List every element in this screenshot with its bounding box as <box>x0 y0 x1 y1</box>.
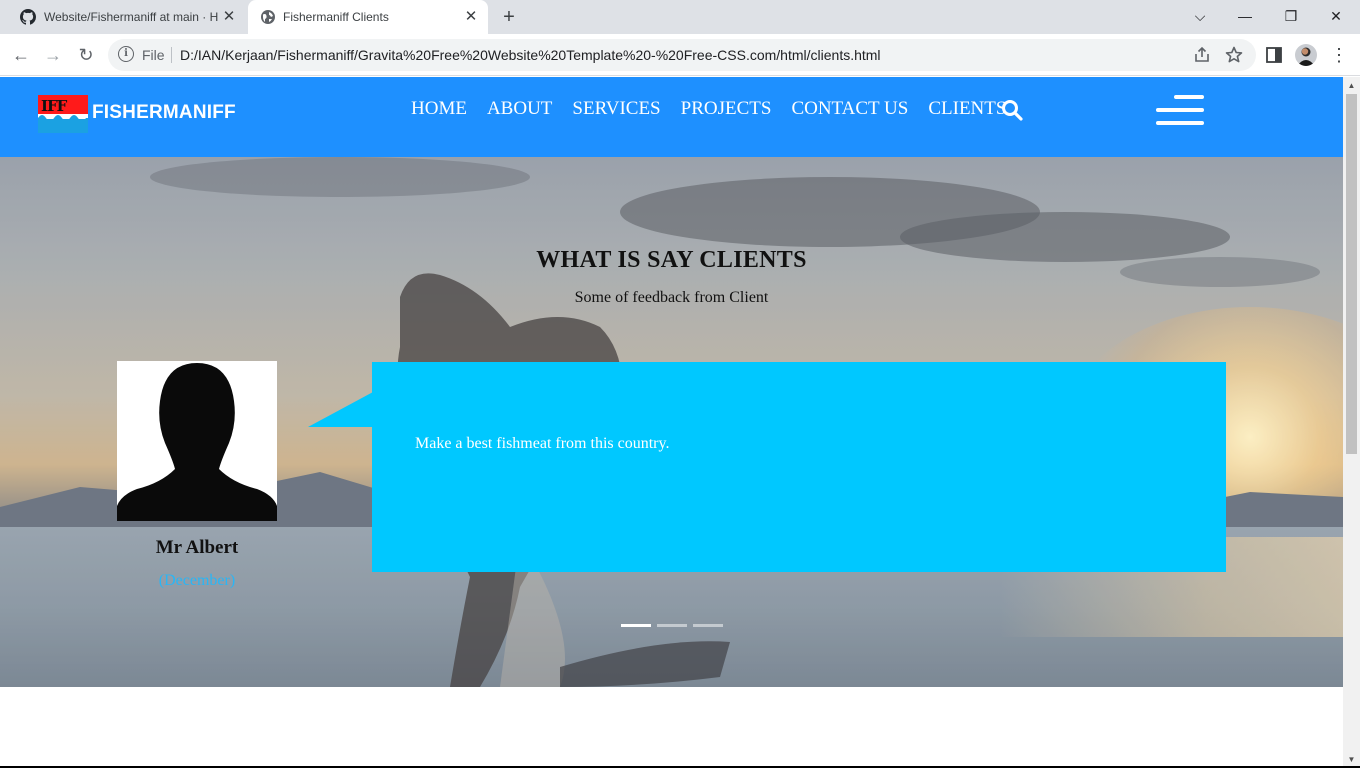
nav-home[interactable]: HOME <box>411 98 467 120</box>
tab-title: Website/Fishermaniff at main · H <box>44 10 219 24</box>
nav-services[interactable]: SERVICES <box>572 98 660 120</box>
reload-button[interactable]: ↻ <box>73 42 99 68</box>
scroll-down-arrow-icon[interactable]: ▼ <box>1347 755 1356 764</box>
forward-button[interactable]: → <box>40 42 66 68</box>
nav-contact-us[interactable]: CONTACT US <box>791 98 908 120</box>
nav-about[interactable]: ABOUT <box>487 98 552 120</box>
tab-search-icon[interactable]: ⌵ <box>1186 4 1214 28</box>
new-tab-button[interactable]: + <box>498 6 520 28</box>
scheme-label: File <box>142 47 165 63</box>
page-viewport: IFF FISHERMANIFF HOME ABOUT SERVICES PRO… <box>0 77 1343 768</box>
scrollbar-thumb[interactable] <box>1346 94 1357 454</box>
testimonial-bubble: Make a best fishmeat from this country. <box>372 362 1226 572</box>
star-icon[interactable] <box>1224 45 1244 65</box>
vertical-scrollbar[interactable]: ▲ ▼ <box>1343 77 1360 768</box>
share-icon[interactable] <box>1192 45 1212 65</box>
speech-bubble-tail <box>308 392 373 427</box>
carousel-indicators <box>621 624 723 627</box>
close-tab-icon[interactable]: ✕ <box>462 8 480 26</box>
side-panel-icon[interactable] <box>1263 44 1285 66</box>
github-icon <box>20 9 36 25</box>
main-nav: HOME ABOUT SERVICES PROJECTS CONTACT US … <box>411 98 1006 120</box>
tab-strip: Website/Fishermaniff at main · H ✕ Fishe… <box>0 0 1360 34</box>
client-role: (December) <box>158 572 236 589</box>
site-header: IFF FISHERMANIFF HOME ABOUT SERVICES PRO… <box>0 77 1343 157</box>
section-subtitle: Some of feedback from Client <box>574 289 769 306</box>
brand-name[interactable]: FISHERMANIFF <box>92 102 236 124</box>
tab-github[interactable]: Website/Fishermaniff at main · H ✕ <box>8 0 246 34</box>
clients-section: WHAT IS SAY CLIENTS Some of feedback fro… <box>0 157 1343 687</box>
carousel-dot-1[interactable] <box>621 624 651 627</box>
person-silhouette-icon <box>117 363 277 521</box>
page-below-fold <box>0 687 1343 768</box>
client-avatar <box>117 361 277 521</box>
browser-toolbar: ← → ↻ i File D:/IAN/Kerjaan/Fishermaniff… <box>0 34 1360 76</box>
kebab-menu-icon[interactable]: ⋮ <box>1328 44 1350 66</box>
site-info-icon[interactable]: i <box>118 46 134 62</box>
profile-avatar[interactable] <box>1295 44 1317 66</box>
section-title: WHAT IS SAY CLIENTS <box>536 247 807 273</box>
client-name: Mr Albert <box>155 537 239 558</box>
globe-icon <box>261 10 275 24</box>
carousel-dot-3[interactable] <box>693 624 723 627</box>
address-separator <box>171 47 172 63</box>
carousel-dot-2[interactable] <box>657 624 687 627</box>
back-button[interactable]: ← <box>8 42 34 68</box>
testimonial-quote: Make a best fishmeat from this country. <box>415 435 670 452</box>
url-text[interactable]: D:/IAN/Kerjaan/Fishermaniff/Gravita%20Fr… <box>180 47 881 63</box>
minimize-button[interactable]: — <box>1231 4 1259 28</box>
tab-title: Fishermaniff Clients <box>283 10 389 24</box>
hamburger-menu-icon[interactable] <box>1156 95 1204 125</box>
search-icon[interactable] <box>1001 99 1023 121</box>
nav-clients[interactable]: CLIENTS <box>928 98 1006 120</box>
site-logo[interactable]: IFF <box>38 95 88 133</box>
tab-fishermaniff-clients[interactable]: Fishermaniff Clients ✕ <box>248 0 488 34</box>
close-window-button[interactable]: ✕ <box>1322 4 1350 28</box>
restore-button[interactable]: ❐ <box>1277 4 1305 28</box>
nav-projects[interactable]: PROJECTS <box>681 98 772 120</box>
scroll-up-arrow-icon[interactable]: ▲ <box>1347 81 1356 90</box>
address-bar[interactable]: i File D:/IAN/Kerjaan/Fishermaniff/Gravi… <box>108 39 1256 71</box>
close-tab-icon[interactable]: ✕ <box>220 8 238 26</box>
